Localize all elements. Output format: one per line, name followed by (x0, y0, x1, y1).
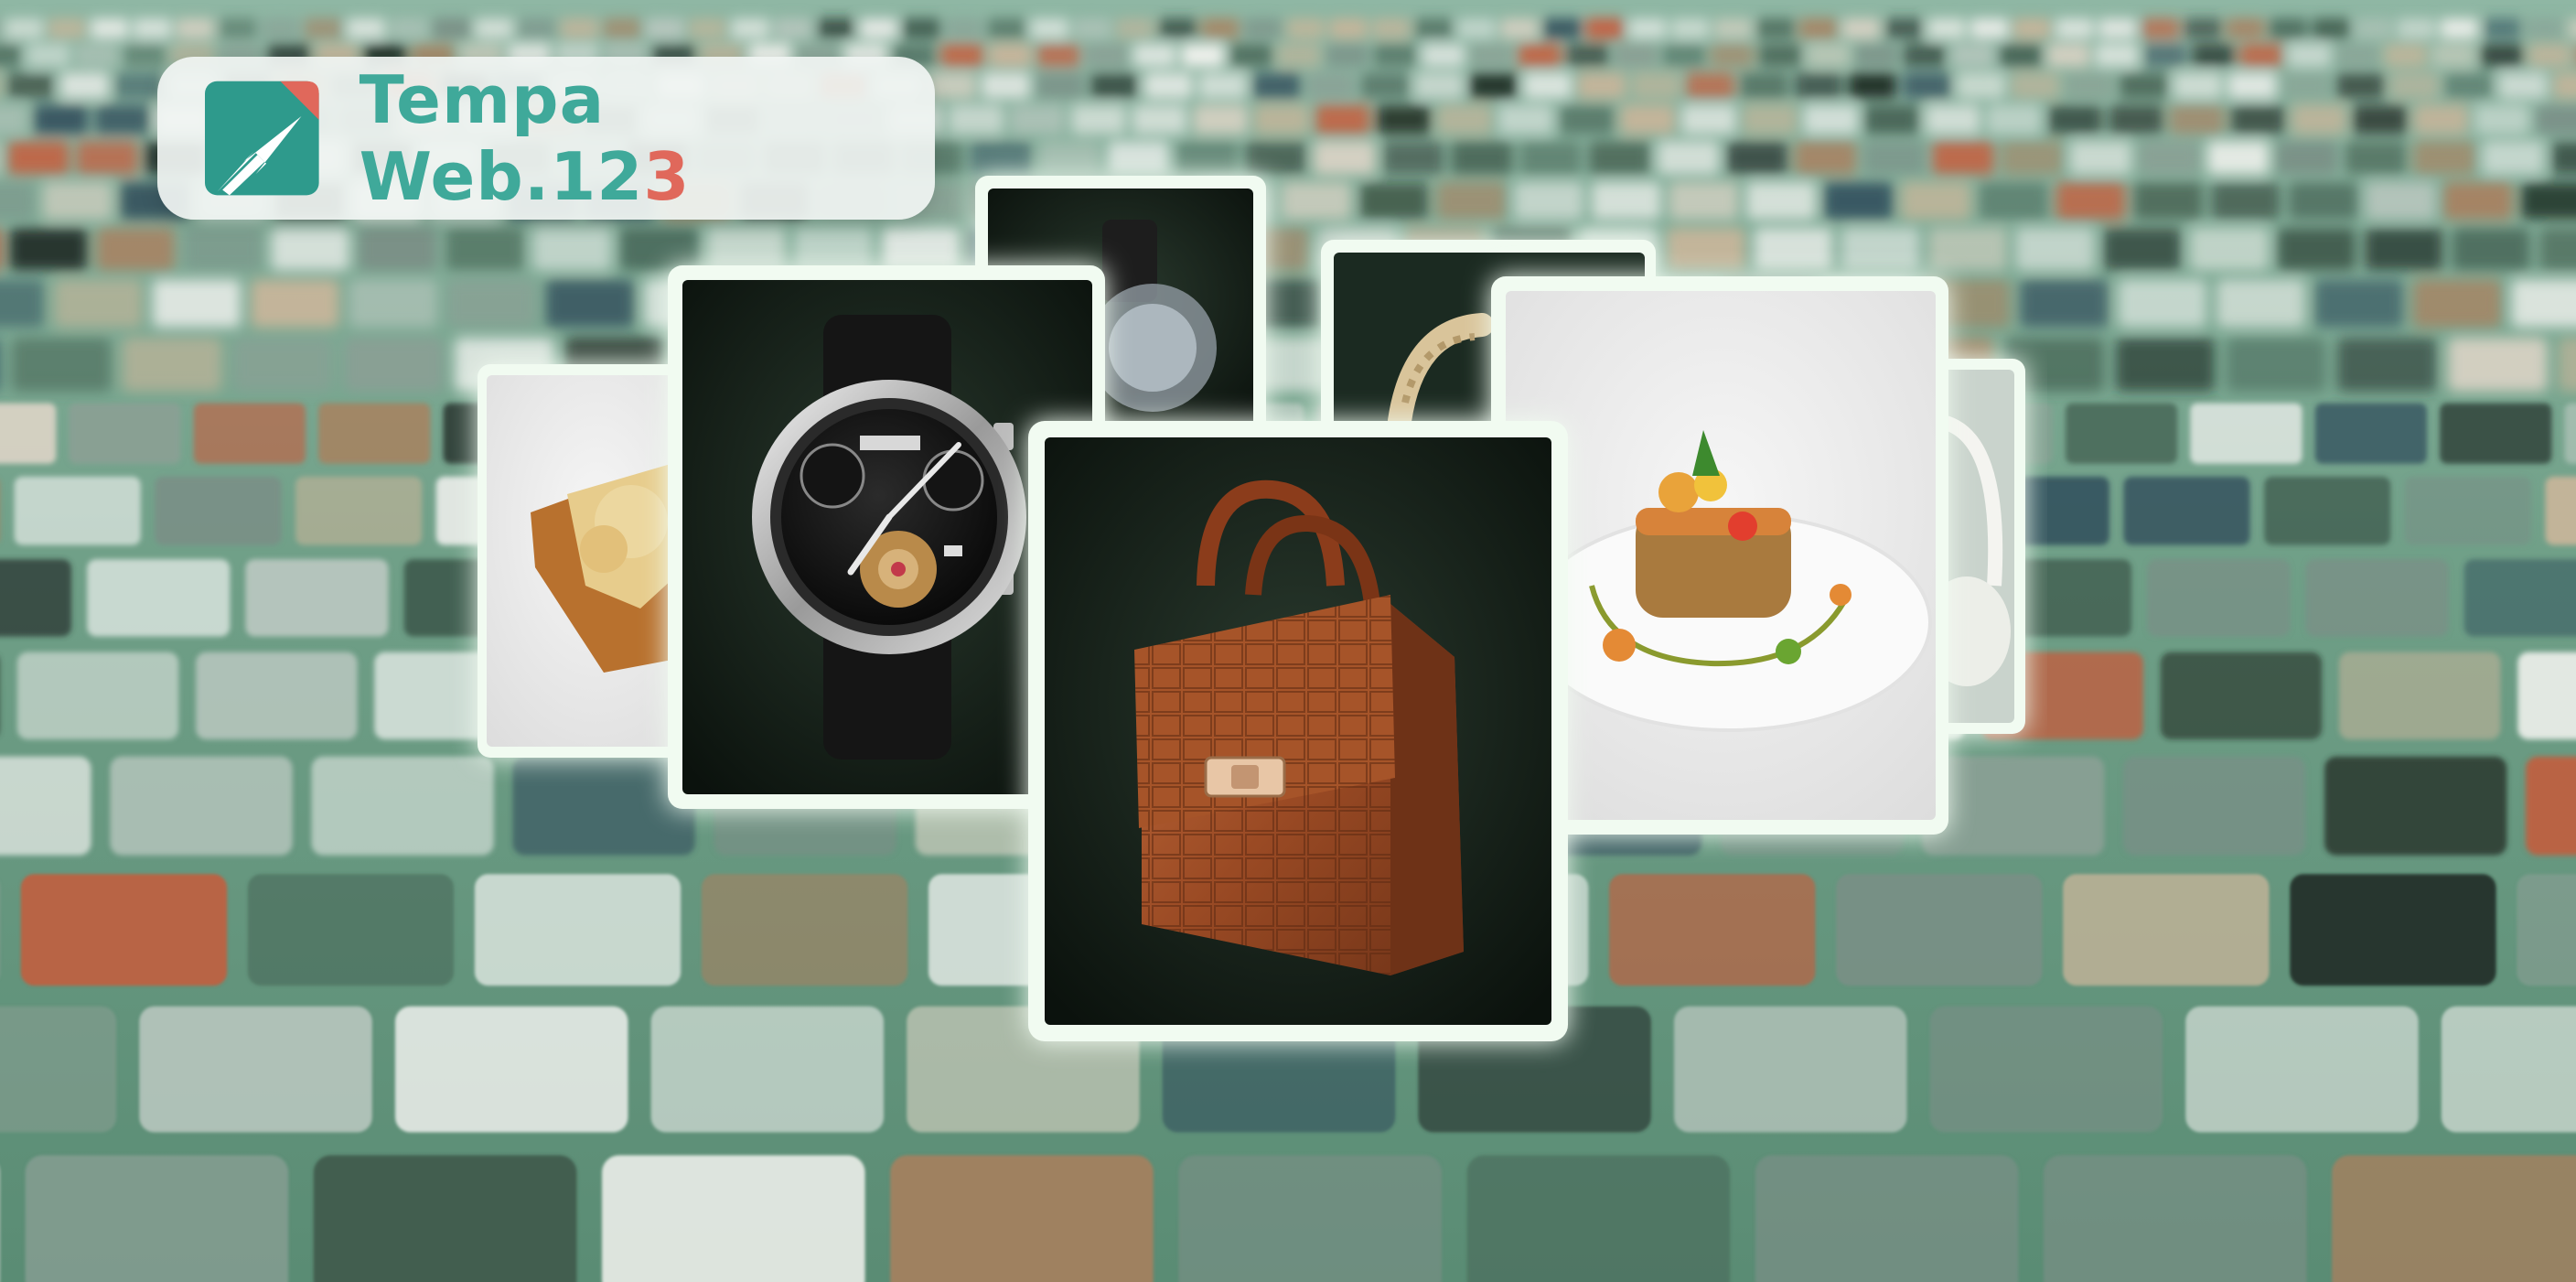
brand-name-accent: 3 (643, 138, 691, 215)
cursor-logo-icon (205, 81, 319, 196)
card-handbag (1028, 421, 1568, 1041)
scene: Tempa Web.123 (0, 0, 2576, 1282)
brand-logo: Tempa Web.123 (157, 57, 935, 220)
brand-name: Tempa Web.123 (359, 61, 691, 215)
